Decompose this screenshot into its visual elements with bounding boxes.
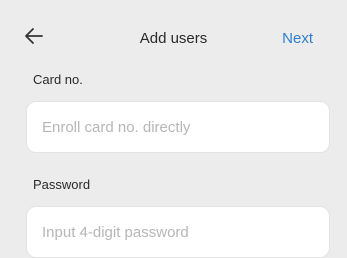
next-button[interactable]: Next <box>282 30 313 47</box>
arrow-left-icon <box>25 28 43 44</box>
password-input[interactable] <box>26 206 330 258</box>
card-number-input[interactable] <box>26 101 330 153</box>
card-number-label: Card no. <box>33 72 83 87</box>
password-label: Password <box>33 177 91 192</box>
back-button[interactable] <box>22 24 46 48</box>
app-header: Add users Next <box>0 0 347 70</box>
